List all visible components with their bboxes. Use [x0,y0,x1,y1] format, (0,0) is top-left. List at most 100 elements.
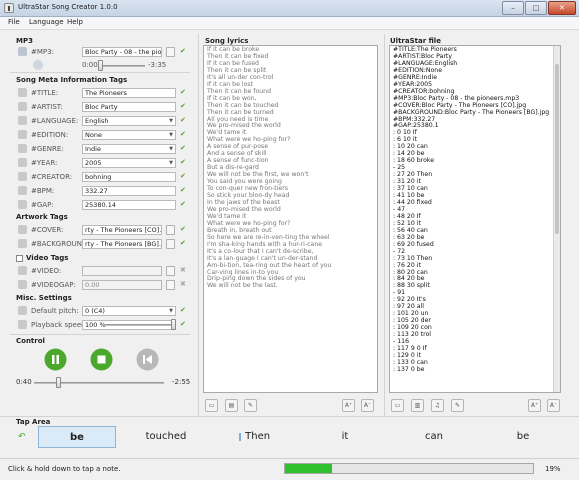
play-pause-button[interactable] [44,348,67,371]
mp3-play-icon[interactable] [33,60,43,70]
misc-section-title: Misc. Settings [16,294,72,302]
video-toggle-checkbox[interactable] [16,255,23,262]
menu-help[interactable]: Help [67,18,83,26]
video-browse-button[interactable] [166,266,175,276]
stop-button[interactable] [90,348,113,371]
meta-label: #GENRE: [31,145,64,153]
divider [384,34,385,416]
clipboard-icon[interactable]: ▤ [225,399,238,412]
tap-word[interactable]: touched [125,426,207,448]
meta-field[interactable]: 2005 [82,158,176,168]
chevron-down-icon[interactable]: ▼ [167,307,175,315]
ultrastar-line: : 69 20 fused [393,240,434,248]
artwork-browse-button[interactable] [166,239,175,249]
check-icon: ✔ [180,186,186,194]
meta-field[interactable]: 332.27 [82,186,176,196]
mp3-time-end: -3:35 [148,61,167,69]
ultrastar-scrollbar[interactable] [553,46,560,392]
pencil-icon[interactable]: ✎ [244,399,257,412]
misc-field[interactable]: 0 (C4) [82,306,176,316]
menu-language[interactable]: Language [29,18,64,26]
tap-word-current[interactable]: be [38,426,116,448]
control-seek-thumb[interactable] [55,377,61,388]
status-hint: Click & hold down to tap a note. [8,465,121,473]
video-field[interactable]: 0.00 [82,280,162,290]
artwork-browse-button[interactable] [166,225,175,235]
video-icon [18,266,27,275]
status-progress-fill [285,464,333,473]
save-file-icon[interactable]: ▭ [391,399,404,412]
meta-field[interactable]: English [82,116,176,126]
check-icon: ✔ [180,158,186,166]
chevron-down-icon[interactable]: ▼ [167,131,175,139]
font-increase-icon[interactable]: A⁺ [528,399,541,412]
title-bar: UltraStar Song Creator 1.0.0 – □ ✕ [0,0,579,17]
mp3-seek-track[interactable] [100,65,145,67]
speed-icon [18,320,27,329]
close-button[interactable]: ✕ [548,1,576,15]
meta-field[interactable]: None [82,130,176,140]
meta-field[interactable]: The Pioneers [82,88,176,98]
chevron-down-icon[interactable]: ▼ [167,145,175,153]
menu-file[interactable]: File [8,18,20,26]
language-icon [18,116,27,125]
chevron-down-icon[interactable]: ▼ [167,117,175,125]
chevron-down-icon[interactable]: ▼ [167,159,175,167]
creator-icon [18,172,27,181]
lyrics-lines: If it can be broke Then it can be fixed If… [204,46,377,290]
artwork-field[interactable]: rty - The Pioneers [BG].jpg [82,239,162,249]
export-icon[interactable]: ▥ [411,399,424,412]
edition-icon [18,130,27,139]
tap-word[interactable]: ‖ Then [212,426,296,448]
mp3-field[interactable]: Bloc Party - 08 - the pioneers.mp3 [82,47,162,57]
save-lyrics-icon[interactable]: ▭ [205,399,218,412]
meta-field[interactable]: 25380.14 [82,200,176,210]
font-increase-icon[interactable]: A⁺ [342,399,355,412]
tap-section-title: Tap Area [16,418,51,426]
ultrastar-lines: #TITLE:The Pioneers #ARTIST:Bloc Party #LA… [390,46,560,374]
artist-icon [18,102,27,111]
year-icon [18,158,27,167]
artwork-label: #BACKGROUND: [31,240,90,248]
font-decrease-icon[interactable]: A⁻ [361,399,374,412]
tap-word[interactable]: it [305,426,385,448]
control-time-start: 0:40 [16,378,32,386]
meta-label: #BPM: [31,187,55,195]
maximize-button[interactable]: □ [525,1,547,15]
ultrastar-scroll-thumb[interactable] [555,64,559,234]
artwork-field[interactable]: rty - The Pioneers [CO].jpg [82,225,162,235]
cross-icon: ✖ [180,280,186,288]
tap-word[interactable]: be [480,426,566,448]
speed-slider-track[interactable] [104,324,174,326]
control-section-title: Control [16,337,45,345]
status-progress-bar [284,463,534,474]
tap-word[interactable]: can [392,426,476,448]
sing-icon[interactable]: ♫ [431,399,444,412]
rewind-button[interactable] [136,348,159,371]
mp3-time-start: 0:00 [82,61,98,69]
video-field[interactable] [82,266,162,276]
video-browse-button[interactable] [166,280,175,290]
cross-icon: ✖ [180,266,186,274]
check-icon: ✔ [180,144,186,152]
ultrastar-editor[interactable]: #TITLE:The Pioneers #ARTIST:Bloc Party #LA… [389,45,561,393]
edit-icon[interactable]: ✎ [451,399,464,412]
misc-label: Default pitch: [31,307,79,315]
video-section-title: Video Tags [26,254,69,262]
tap-area[interactable]: ↶ be touched ‖ Then it can be [0,426,579,452]
undo-icon[interactable]: ↶ [18,432,26,442]
control-seek-track[interactable] [34,382,164,384]
meta-label: #YEAR: [31,159,58,167]
mp3-seek-thumb[interactable] [98,60,103,71]
lyrics-editor[interactable]: If it can be broke Then it can be fixed If… [203,45,378,393]
mp3-browse-button[interactable] [166,47,175,57]
meta-field[interactable]: Indie [82,144,176,154]
left-panel: MP3 #MP3: Bloc Party - 08 - the pioneers… [0,32,200,416]
mp3-section-title: MP3 [16,37,33,45]
speed-slider-thumb[interactable] [171,319,176,330]
meta-field[interactable]: Bloc Party [82,102,176,112]
meta-field[interactable]: bohning [82,172,176,182]
font-decrease-icon[interactable]: A⁻ [547,399,560,412]
menu-bar: File Language Help [0,17,579,30]
minimize-button[interactable]: – [502,1,524,15]
